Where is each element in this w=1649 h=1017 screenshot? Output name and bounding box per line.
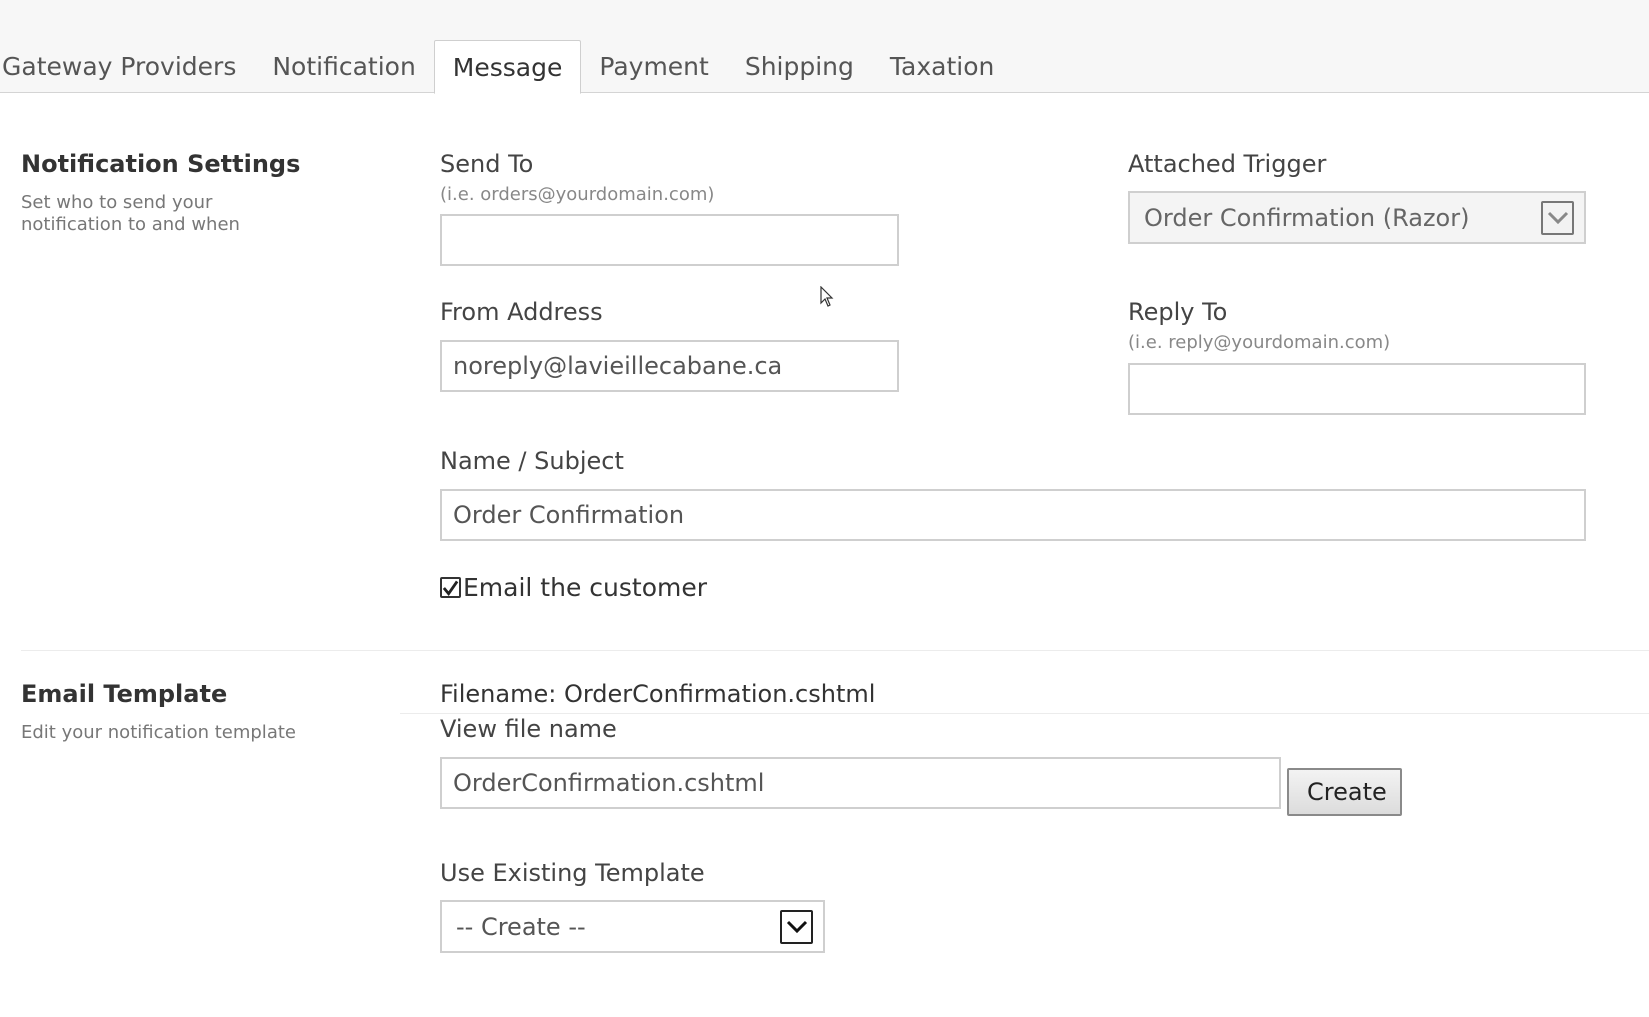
reply-to-hint: (i.e. reply@yourdomain.com) (1128, 332, 1391, 353)
email-customer-checkbox[interactable] (440, 577, 461, 598)
tab-taxation[interactable]: Taxation (872, 40, 1012, 93)
tab-notification[interactable]: Notification (254, 40, 433, 93)
send-to-label: Send To (440, 150, 534, 178)
tab-payment[interactable]: Payment (581, 40, 726, 93)
view-file-name-label: View file name (440, 715, 617, 743)
from-address-input[interactable] (440, 340, 899, 392)
tab-gateway-providers[interactable]: Gateway Providers (0, 40, 254, 93)
mouse-cursor-icon (820, 286, 834, 307)
tab-message[interactable]: Message (433, 40, 582, 94)
attached-trigger-label: Attached Trigger (1128, 150, 1327, 178)
create-button[interactable]: Create (1287, 768, 1402, 816)
notification-settings-title: Notification Settings (21, 150, 301, 178)
chevron-down-icon (1541, 201, 1574, 235)
chevron-down-icon (780, 910, 813, 944)
reply-to-label: Reply To (1128, 298, 1228, 326)
tab-bar: Gateway Providers Notification Message P… (0, 40, 1012, 94)
existing-template-select[interactable]: -- Create -- (440, 900, 825, 953)
email-template-title: Email Template (21, 680, 228, 708)
filename-divider (400, 713, 1649, 714)
subject-input[interactable] (440, 489, 1586, 541)
existing-template-label: Use Existing Template (440, 859, 705, 887)
section-divider (21, 650, 1649, 651)
from-address-label: From Address (440, 298, 603, 326)
notification-settings-description: Set who to send your notification to and… (21, 192, 240, 235)
attached-trigger-select[interactable]: Order Confirmation (Razor) (1128, 191, 1586, 244)
tab-shipping[interactable]: Shipping (727, 40, 872, 93)
template-filename: Filename: OrderConfirmation.cshtml (440, 680, 876, 708)
email-template-description: Edit your notification template (21, 722, 296, 743)
top-bar: Gateway Providers Notification Message P… (0, 0, 1649, 94)
send-to-hint: (i.e. orders@yourdomain.com) (440, 184, 715, 205)
email-customer-checkbox-row[interactable]: Email the customer (440, 573, 707, 602)
existing-template-value: -- Create -- (456, 912, 586, 941)
subject-label: Name / Subject (440, 447, 624, 475)
attached-trigger-value: Order Confirmation (Razor) (1144, 203, 1470, 232)
send-to-input[interactable] (440, 214, 899, 266)
reply-to-input[interactable] (1128, 363, 1586, 415)
view-file-name-input[interactable] (440, 757, 1281, 809)
check-icon (442, 580, 459, 596)
email-customer-label: Email the customer (463, 573, 708, 602)
